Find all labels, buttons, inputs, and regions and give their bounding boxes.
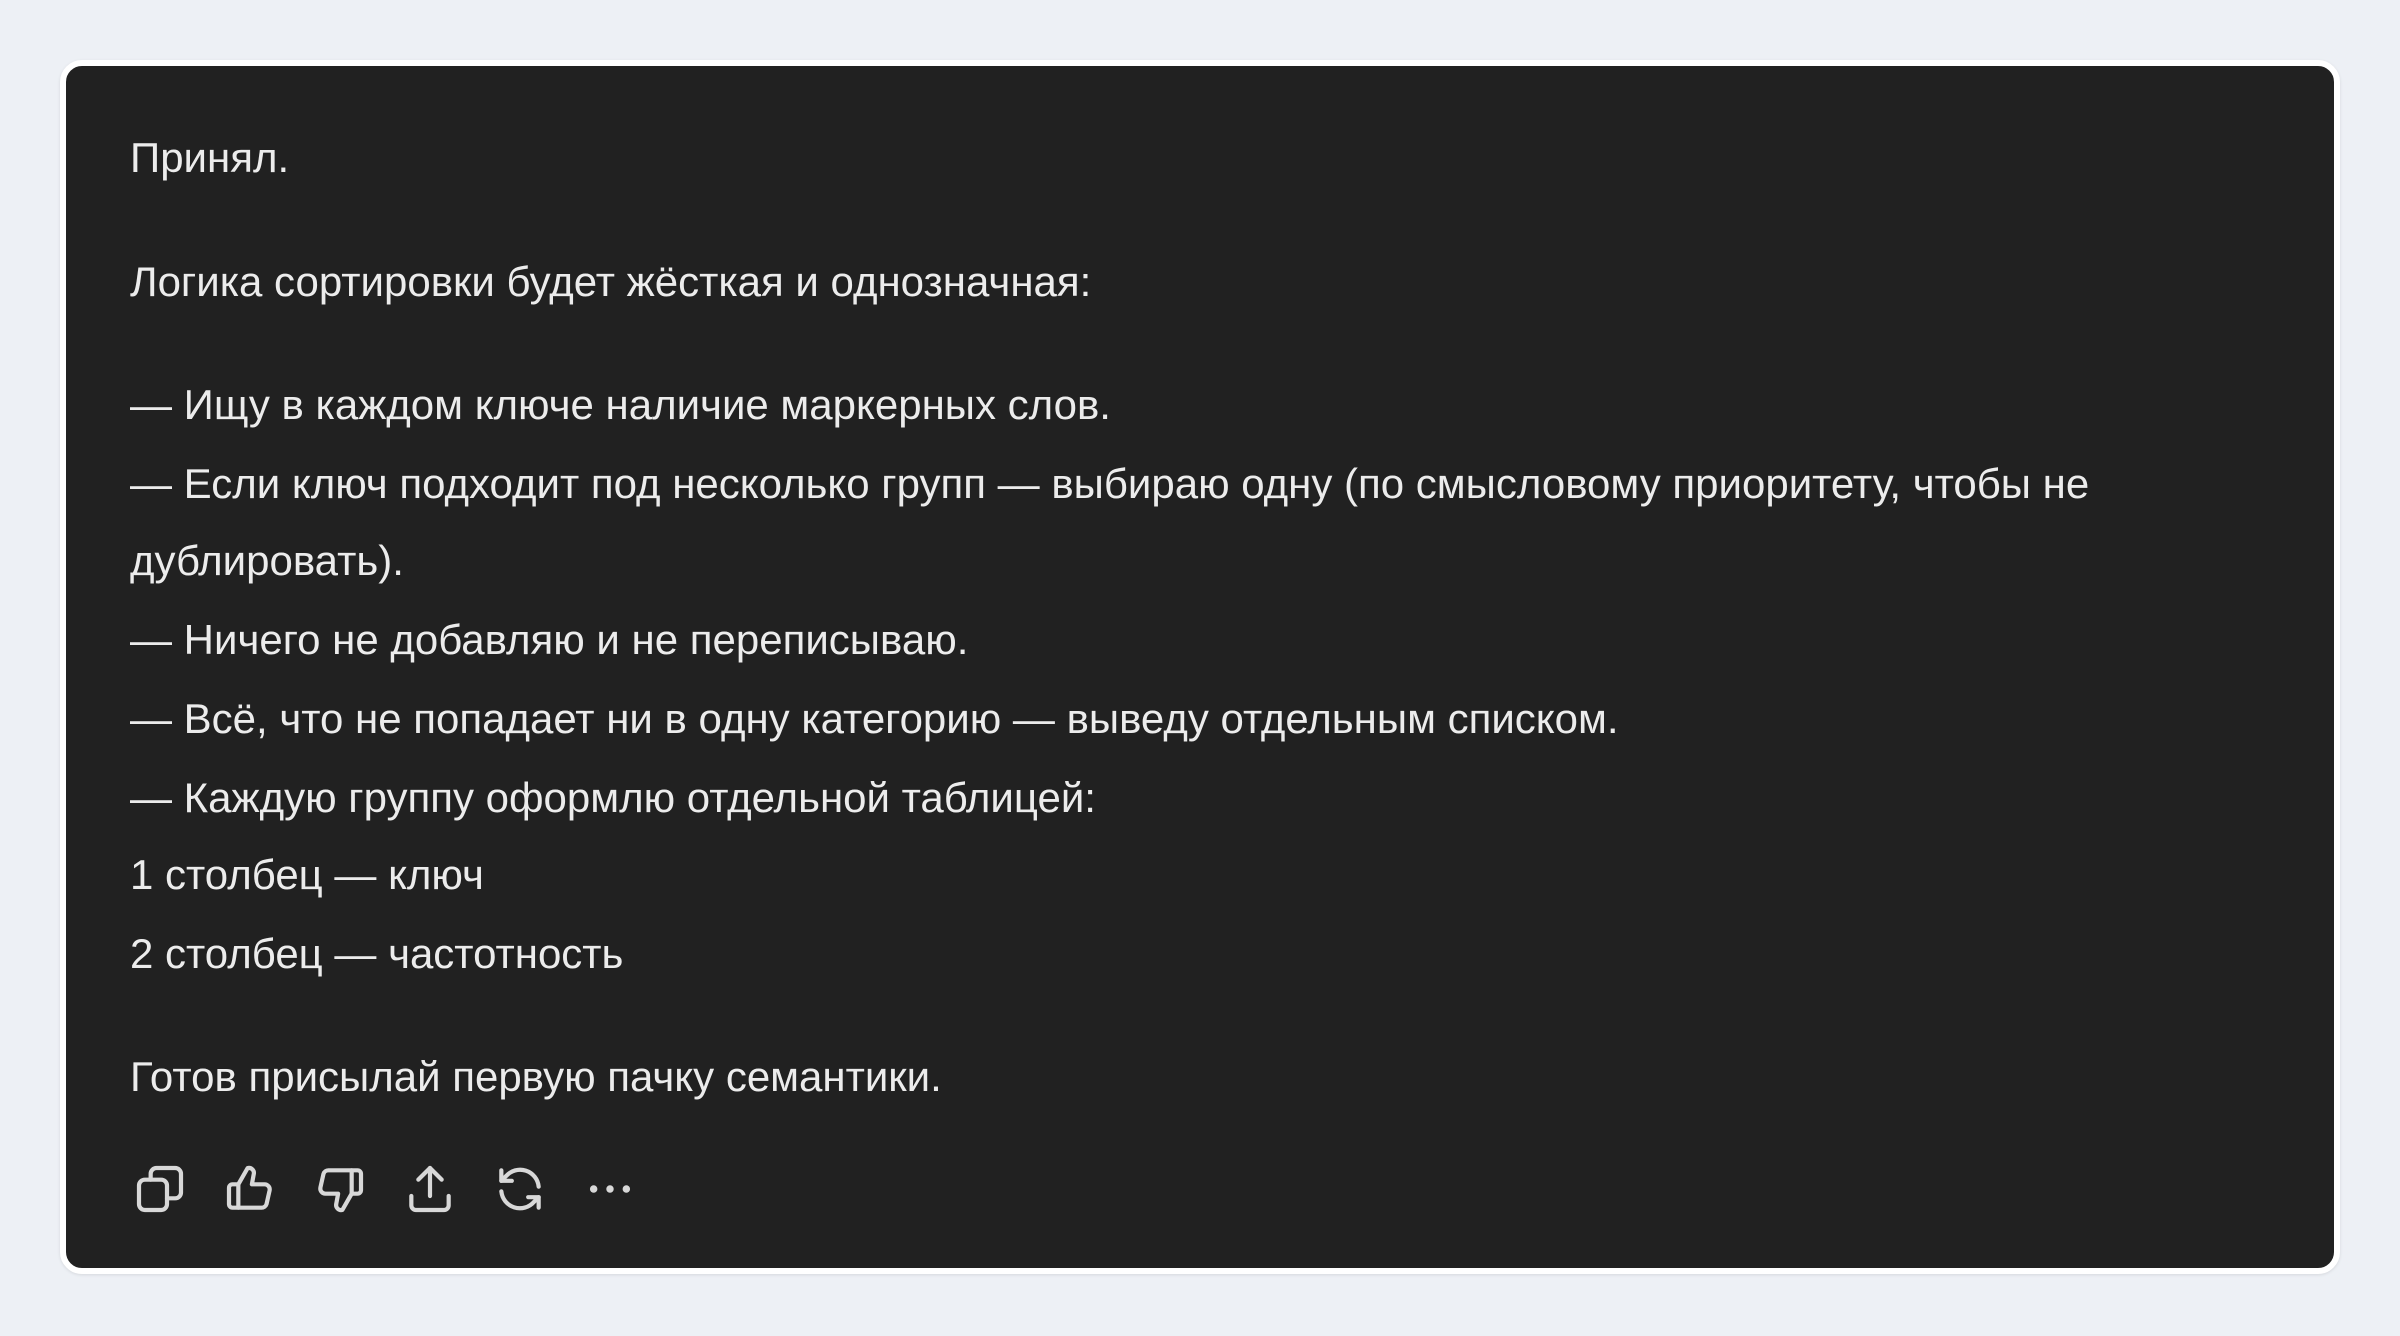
message-line-6: — Ничего не добавляю и не переписываю. [130,616,969,663]
message-line-9: 1 столбец — ключ [130,851,484,898]
share-button[interactable] [394,1153,466,1225]
more-button[interactable] [574,1153,646,1225]
message-actions [124,1153,664,1225]
message-line-11: Готов присылай первую пачку семантики. [130,1053,942,1100]
message-line-5: дублировать). [130,537,404,584]
copy-button[interactable] [124,1153,196,1225]
copy-icon [136,1165,184,1213]
share-icon [409,1165,451,1213]
regenerate-button[interactable] [484,1153,556,1225]
regenerate-icon [499,1167,541,1211]
more-icon [589,1185,631,1193]
message-line-7: — Всё, что не попадает ни в одну категор… [130,695,1619,742]
dislike-button[interactable] [304,1153,376,1225]
message-line-3: — Ищу в каждом ключе наличие маркерных с… [130,381,1111,428]
message-line-4: — Если ключ подходит под несколько групп… [130,460,2090,507]
thumbs-up-icon [226,1165,272,1210]
like-button[interactable] [214,1153,286,1225]
thumbs-down-icon [318,1168,364,1213]
message-line-2: Логика сортировки будет жёсткая и однозн… [130,258,1092,305]
chat-message-card: Принял. Логика сортировки будет жёсткая … [60,60,2340,1274]
message-line-1: Принял. [130,134,290,181]
message-line-10: 2 столбец — частотность [130,930,624,977]
message-line-8: — Каждую группу оформлю отдельной таблиц… [130,774,1096,821]
